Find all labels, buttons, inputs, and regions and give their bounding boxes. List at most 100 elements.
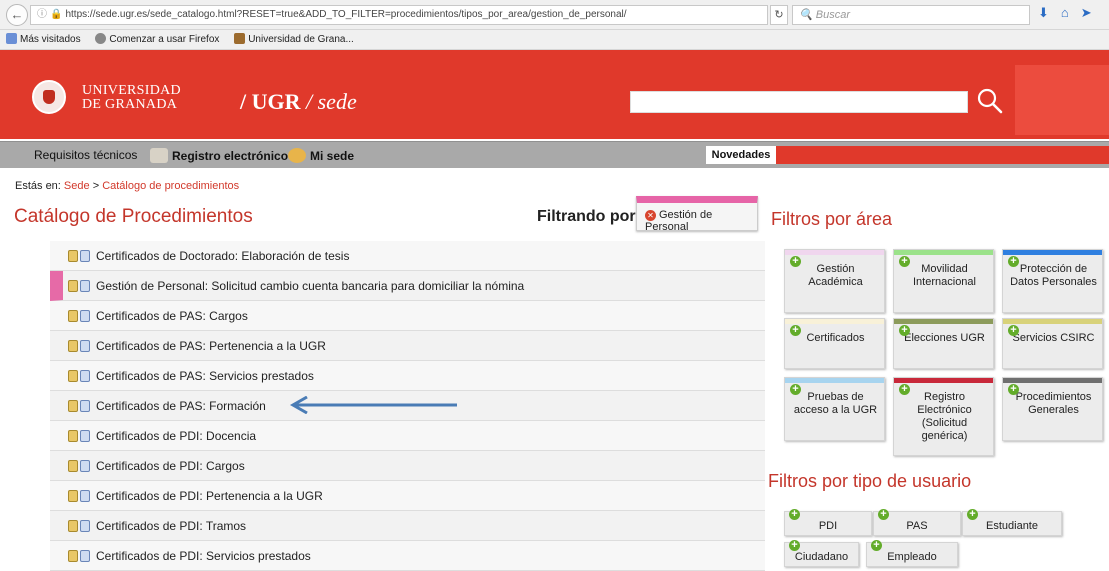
add-filter-icon[interactable]: + bbox=[1008, 325, 1019, 336]
brand-title[interactable]: / UGR / sede bbox=[240, 89, 357, 115]
breadcrumb-sede-link[interactable]: Sede bbox=[64, 180, 90, 192]
active-filter-chip[interactable]: ✕ Gestión de Personal bbox=[636, 196, 758, 233]
area-filter-tile[interactable]: + Pruebas de acceso a la UGR bbox=[784, 377, 885, 441]
procedure-item[interactable]: Certificados de PDI: Pertenencia a la UG… bbox=[50, 481, 765, 511]
bookmark-ugr[interactable]: Universidad de Grana... bbox=[234, 33, 354, 45]
filter-label: Filtrando por: bbox=[537, 208, 641, 225]
add-filter-icon[interactable]: + bbox=[1008, 256, 1019, 267]
university-name-line1: UNIVERSIDAD bbox=[82, 83, 181, 98]
breadcrumb-separator: > bbox=[92, 180, 100, 192]
add-filter-icon[interactable]: + bbox=[899, 384, 910, 395]
procedure-item[interactable]: Gestión de Personal: Solicitud cambio cu… bbox=[50, 271, 765, 301]
procedure-item[interactable]: Certificados de PAS: Servicios prestados bbox=[50, 361, 765, 391]
add-filter-icon[interactable]: + bbox=[1008, 384, 1019, 395]
area-filter-tile[interactable]: + Certificados bbox=[784, 318, 885, 369]
form-icon bbox=[80, 340, 90, 352]
document-icon bbox=[68, 550, 78, 562]
area-filter-tile[interactable]: + Servicios CSIRC bbox=[1002, 318, 1103, 369]
nav-mi-sede[interactable]: Mi sede bbox=[288, 148, 354, 163]
bookmark-firefox[interactable]: Comenzar a usar Firefox bbox=[95, 33, 219, 45]
form-icon bbox=[80, 370, 90, 382]
reload-icon[interactable]: ↻ bbox=[770, 5, 788, 25]
form-icon bbox=[80, 310, 90, 322]
university-name[interactable]: UNIVERSIDAD DE GRANADA bbox=[82, 84, 181, 112]
add-filter-icon[interactable]: + bbox=[789, 509, 800, 520]
user-filter-label: PAS bbox=[906, 520, 928, 532]
procedure-item[interactable]: Certificados de PDI: Tramos bbox=[50, 511, 765, 541]
site-header: UNIVERSIDAD DE GRANADA / UGR / sede bbox=[0, 50, 1109, 139]
add-filter-icon[interactable]: + bbox=[878, 509, 889, 520]
procedure-title: Certificados de PDI: Cargos bbox=[96, 459, 245, 473]
address-bar[interactable]: ⓘ 🔒 https://sede.ugr.es/sede_catalogo.html… bbox=[30, 5, 768, 25]
pocket-icon[interactable]: ➤ bbox=[1081, 5, 1092, 20]
area-filter-tile[interactable]: + Protección de Datos Personales bbox=[1002, 249, 1103, 313]
back-arrow-icon[interactable]: ← bbox=[6, 4, 28, 26]
user-filter-tile[interactable]: + PDI bbox=[784, 509, 872, 536]
document-icon bbox=[68, 250, 78, 262]
procedure-title: Certificados de PDI: Servicios prestados bbox=[96, 549, 311, 563]
area-filter-tile[interactable]: + Procedimientos Generales bbox=[1002, 377, 1103, 441]
add-filter-icon[interactable]: + bbox=[899, 256, 910, 267]
browser-search-input[interactable]: 🔍 Buscar bbox=[792, 5, 1030, 25]
news-ticker[interactable] bbox=[776, 146, 1109, 164]
procedure-item[interactable]: Certificados de PDI: Servicios prestados bbox=[50, 541, 765, 571]
user-filter-tile[interactable]: + Estudiante bbox=[962, 509, 1062, 536]
download-icon[interactable]: ⬇ bbox=[1038, 5, 1049, 20]
procedure-item[interactable]: Certificados de Doctorado: Elaboración d… bbox=[50, 241, 765, 271]
procedure-title: Certificados de PAS: Pertenencia a la UG… bbox=[96, 339, 326, 353]
add-filter-icon[interactable]: + bbox=[790, 384, 801, 395]
procedure-item[interactable]: Certificados de PAS: Pertenencia a la UG… bbox=[50, 331, 765, 361]
brand-sede: / sede bbox=[306, 89, 357, 114]
add-filter-icon[interactable]: + bbox=[967, 509, 978, 520]
procedure-item[interactable]: Certificados de PAS: Cargos bbox=[50, 301, 765, 331]
document-icon bbox=[68, 400, 78, 412]
search-icon[interactable] bbox=[975, 86, 1005, 116]
add-filter-icon[interactable]: + bbox=[789, 540, 800, 551]
document-icon bbox=[68, 490, 78, 502]
add-filter-icon[interactable]: + bbox=[790, 256, 801, 267]
nav-requisitos[interactable]: Requisitos técnicos bbox=[34, 148, 137, 162]
area-filter-tile[interactable]: + Registro Electrónico (Solicitud genéric… bbox=[893, 377, 994, 456]
procedure-title: Gestión de Personal: Solicitud cambio cu… bbox=[96, 279, 525, 293]
add-filter-icon[interactable]: + bbox=[899, 325, 910, 336]
user-filter-tile[interactable]: + Ciudadano bbox=[784, 540, 859, 567]
user-filter-tile[interactable]: + PAS bbox=[873, 509, 961, 536]
add-filter-icon[interactable]: + bbox=[871, 540, 882, 551]
info-icon[interactable]: ⓘ bbox=[37, 9, 47, 20]
procedure-title: Certificados de PAS: Cargos bbox=[96, 309, 248, 323]
site-search-input[interactable] bbox=[630, 91, 968, 113]
breadcrumb: Estás en: Sede > Catálogo de procedimien… bbox=[15, 180, 239, 192]
procedure-item[interactable]: Certificados de PDI: Cargos bbox=[50, 451, 765, 481]
header-banner bbox=[1015, 65, 1109, 135]
university-seal-icon[interactable] bbox=[32, 80, 66, 114]
breadcrumb-catalog-link[interactable]: Catálogo de procedimientos bbox=[102, 180, 239, 192]
news-label[interactable]: Novedades bbox=[706, 146, 776, 164]
procedure-title: Certificados de PDI: Pertenencia a la UG… bbox=[96, 489, 323, 503]
nav-registro[interactable]: Registro electrónico bbox=[150, 148, 288, 163]
area-filter-tile[interactable]: + Gestión Académica bbox=[784, 249, 885, 313]
form-icon bbox=[80, 400, 90, 412]
area-filters-title: Filtros por área bbox=[771, 209, 893, 229]
form-icon bbox=[80, 490, 90, 502]
lock-icon: 🔒 bbox=[50, 9, 63, 20]
home-icon[interactable]: ⌂ bbox=[1061, 5, 1069, 20]
user-filter-tile[interactable]: + Empleado bbox=[866, 540, 958, 567]
document-icon bbox=[68, 310, 78, 322]
area-filter-tile[interactable]: + Elecciones UGR bbox=[893, 318, 994, 369]
ugr-favicon-icon bbox=[234, 33, 246, 44]
procedure-item[interactable]: Certificados de PDI: Docencia bbox=[50, 421, 765, 451]
annotation-arrow bbox=[289, 396, 457, 414]
user-filters-title: Filtros por tipo de usuario bbox=[768, 471, 972, 491]
registry-icon bbox=[150, 148, 168, 163]
area-filter-tile[interactable]: + Movilidad Internacional bbox=[893, 249, 994, 313]
form-icon bbox=[80, 550, 90, 562]
remove-filter-icon[interactable]: ✕ bbox=[645, 210, 656, 221]
browser-toolbar: ← ⓘ 🔒 https://sede.ugr.es/sede_catalogo.ht… bbox=[0, 0, 1109, 30]
url-text: https://sede.ugr.es/sede_catalogo.html?R… bbox=[65, 9, 627, 20]
procedure-title: Certificados de PAS: Servicios prestados bbox=[96, 369, 314, 383]
bookmark-most-visited[interactable]: Más visitados bbox=[6, 33, 81, 45]
add-filter-icon[interactable]: + bbox=[790, 325, 801, 336]
page-title: Catálogo de Procedimientos bbox=[14, 206, 253, 227]
firefox-icon bbox=[95, 33, 107, 44]
document-icon bbox=[68, 370, 78, 382]
